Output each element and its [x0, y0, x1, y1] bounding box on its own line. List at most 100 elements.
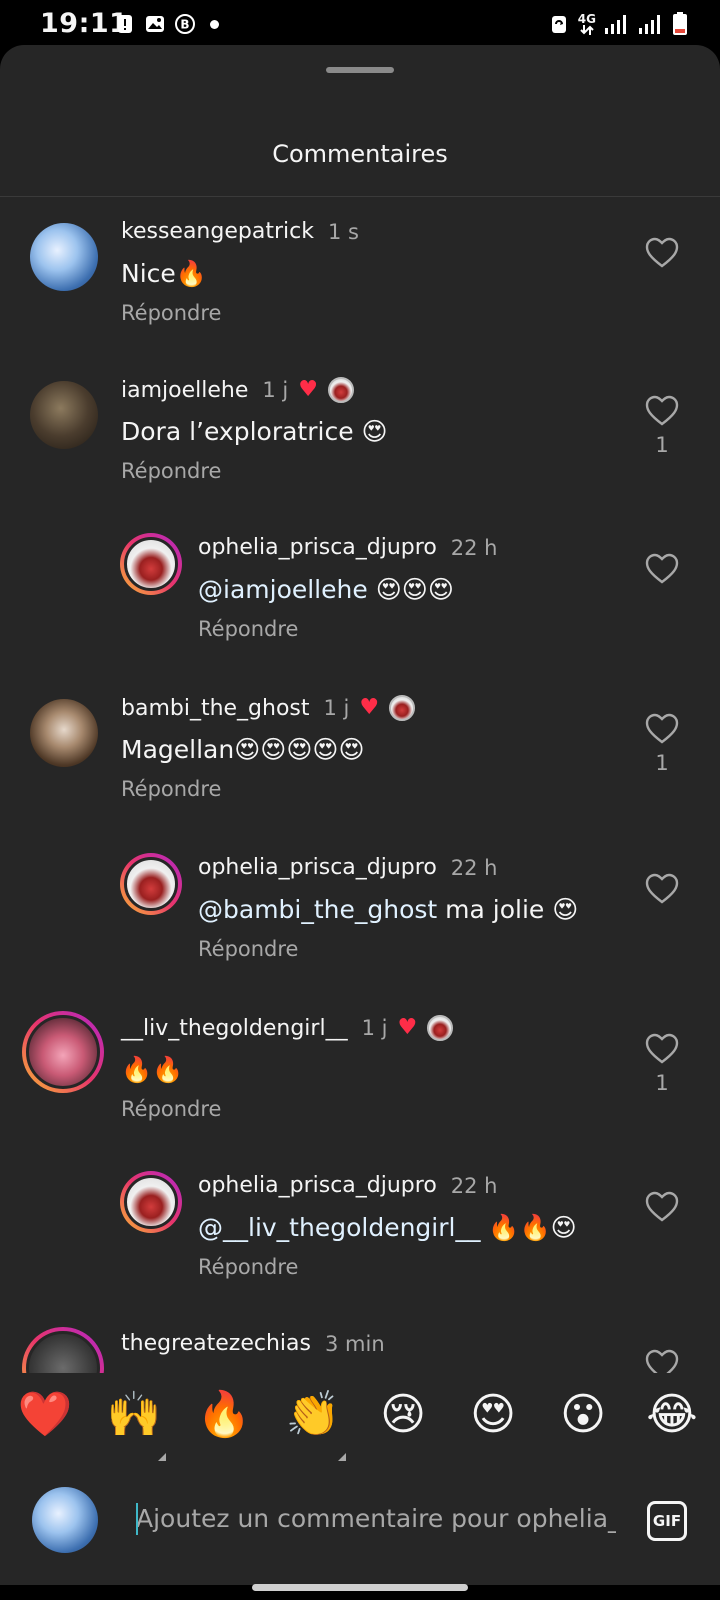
comment-username[interactable]: bambi_the_ghost	[121, 696, 310, 721]
like-heart-icon[interactable]	[644, 1031, 680, 1067]
reply-button[interactable]: Répondre	[121, 459, 221, 483]
reply-item: ophelia_prisca_djupro 22 h @iamjoellehe …	[0, 533, 720, 695]
comment-time: 22 h	[450, 855, 498, 880]
comments-list[interactable]: kesseangepatrick 1 s Nice🔥 Répondre iamj…	[0, 197, 720, 1373]
fire-emoji-button[interactable]: 🔥	[196, 1387, 252, 1443]
like-heart-icon[interactable]	[644, 393, 680, 429]
comment-item: iamjoellehe 1 j ♥ Dora l’exploratrice 😍 …	[0, 377, 720, 537]
avatar[interactable]	[120, 533, 182, 595]
comment-header: thegreatezechias 3 min	[121, 1331, 385, 1356]
comment-username[interactable]: kesseangepatrick	[121, 219, 314, 244]
comments-sheet: Commentaires kesseangepatrick 1 s Nice🔥 …	[0, 45, 720, 1585]
mention-link[interactable]: @iamjoellehe	[198, 575, 368, 604]
status-right-icons: 4G	[548, 12, 688, 36]
comment-body: 🔥🔥😍	[480, 1213, 577, 1242]
network-4g-icon: 4G	[578, 13, 596, 35]
avatar[interactable]	[22, 1327, 104, 1373]
skin-tone-variant-indicator	[338, 1453, 346, 1461]
like-heart-icon[interactable]	[644, 1347, 680, 1373]
surprised-face-emoji-button[interactable]: 😮	[555, 1387, 611, 1443]
comment-text: Magellan😍😍😍😍😍	[121, 735, 365, 764]
comment-time: 1 s	[327, 219, 359, 244]
gif-button[interactable]: GIF	[647, 1501, 687, 1541]
tears-of-joy-emoji-button[interactable]: 😂	[644, 1387, 700, 1443]
text-cursor	[136, 1503, 138, 1535]
reply-button[interactable]: Répondre	[198, 937, 298, 961]
comment-username[interactable]: thegreatezechias	[121, 1331, 311, 1356]
sheet-title: Commentaires	[272, 140, 448, 168]
reply-item: ophelia_prisca_djupro 22 h @__liv_thegol…	[0, 1171, 720, 1333]
comment-header: ophelia_prisca_djupro 22 h	[198, 855, 498, 880]
reply-item: ophelia_prisca_djupro 22 h @bambi_the_gh…	[0, 853, 720, 1015]
quick-reaction-bar: ❤️ 🙌 🔥 👏 😢 😍 😮 😂	[0, 1375, 720, 1465]
reply-button[interactable]: Répondre	[121, 301, 221, 325]
comment-username[interactable]: iamjoellehe	[121, 378, 248, 403]
status-bar: 19:11 B 4G	[0, 0, 720, 50]
red-heart-emoji-button[interactable]: ❤️	[17, 1387, 73, 1443]
comment-body: ma jolie 😍	[437, 895, 579, 924]
comment-username[interactable]: ophelia_prisca_djupro	[198, 535, 437, 560]
avatar[interactable]	[30, 699, 98, 767]
comment-text: @__liv_thegoldengirl__ 🔥🔥😍	[198, 1213, 577, 1243]
comment-header: __liv_thegoldengirl__ 1 j ♥	[121, 1015, 454, 1041]
avatar[interactable]	[22, 1011, 104, 1093]
comment-username[interactable]: ophelia_prisca_djupro	[198, 1173, 437, 1198]
like-heart-icon[interactable]	[644, 235, 680, 271]
comment-item: thegreatezechias 3 min	[0, 1327, 720, 1373]
like-heart-icon[interactable]	[644, 1189, 680, 1225]
like-heart-icon[interactable]	[644, 551, 680, 587]
comment-text: @bambi_the_ghost ma jolie 😍	[198, 895, 578, 924]
like-count: 1	[655, 433, 669, 457]
clapping-hands-emoji-button[interactable]: 👏	[285, 1387, 341, 1443]
avatar[interactable]	[120, 853, 182, 915]
comment-time: 1 j	[262, 378, 289, 402]
reply-button[interactable]: Répondre	[121, 777, 221, 801]
comment-time: 1 j	[323, 696, 350, 720]
b-app-notification-icon: B	[175, 14, 195, 34]
raising-hands-emoji-button[interactable]: 🙌	[106, 1387, 162, 1443]
sheet-drag-handle[interactable]	[326, 67, 394, 73]
mention-link[interactable]: @__liv_thegoldengirl__	[198, 1213, 480, 1242]
alert-notification-icon	[118, 15, 132, 33]
comment-item: __liv_thegoldengirl__ 1 j ♥ 🔥🔥 Répondre …	[0, 1011, 720, 1175]
avatar[interactable]	[30, 381, 98, 449]
comment-text: 🔥🔥	[121, 1055, 184, 1084]
gesture-navigation-bar[interactable]	[252, 1584, 468, 1591]
creator-liked-heart-icon: ♥	[359, 695, 380, 720]
reply-button[interactable]: Répondre	[198, 1255, 298, 1279]
comment-text: @iamjoellehe 😍😍😍	[198, 575, 454, 604]
comment-input[interactable]: Ajoutez un commentaire pour ophelia_pri	[136, 1493, 616, 1545]
status-left-icons: B	[114, 13, 219, 35]
avatar[interactable]	[30, 223, 98, 291]
comment-header: ophelia_prisca_djupro 22 h	[198, 1173, 498, 1198]
creator-liked-heart-icon: ♥	[298, 377, 318, 402]
heart-eyes-emoji-button[interactable]: 😍	[465, 1387, 521, 1443]
comment-username[interactable]: ophelia_prisca_djupro	[198, 855, 437, 880]
comment-username[interactable]: __liv_thegoldengirl__	[121, 1016, 348, 1041]
reply-button[interactable]: Répondre	[198, 617, 298, 641]
signal-strength-icon-2	[639, 15, 660, 34]
comment-header: bambi_the_ghost 1 j ♥	[121, 695, 416, 721]
comment-time: 22 h	[450, 535, 498, 560]
skin-tone-variant-indicator	[158, 1453, 166, 1461]
comment-header: ophelia_prisca_djupro 22 h	[198, 535, 498, 560]
like-heart-icon[interactable]	[644, 711, 680, 747]
more-notifications-dot-icon	[210, 19, 219, 29]
like-heart-icon[interactable]	[644, 871, 680, 907]
avatar[interactable]	[120, 1171, 182, 1233]
like-count: 1	[655, 751, 669, 775]
crying-face-emoji-button[interactable]: 😢	[375, 1387, 431, 1443]
mention-link[interactable]: @bambi_the_ghost	[198, 895, 437, 924]
reply-button[interactable]: Répondre	[121, 1097, 221, 1121]
comment-text: Dora l’exploratrice 😍	[121, 417, 388, 446]
current-user-avatar	[32, 1487, 98, 1553]
creator-avatar-badge	[327, 377, 354, 403]
comment-time: 1 j	[361, 1016, 388, 1040]
battery-saver-icon	[551, 16, 566, 33]
comment-text: Nice🔥	[121, 259, 207, 288]
comment-body: 😍😍😍	[367, 575, 454, 604]
creator-avatar-badge	[427, 1015, 454, 1041]
comment-composer: Ajoutez un commentaire pour ophelia_pri …	[0, 1465, 720, 1585]
battery-low-icon	[673, 12, 687, 35]
comment-time: 3 min	[325, 1331, 385, 1356]
